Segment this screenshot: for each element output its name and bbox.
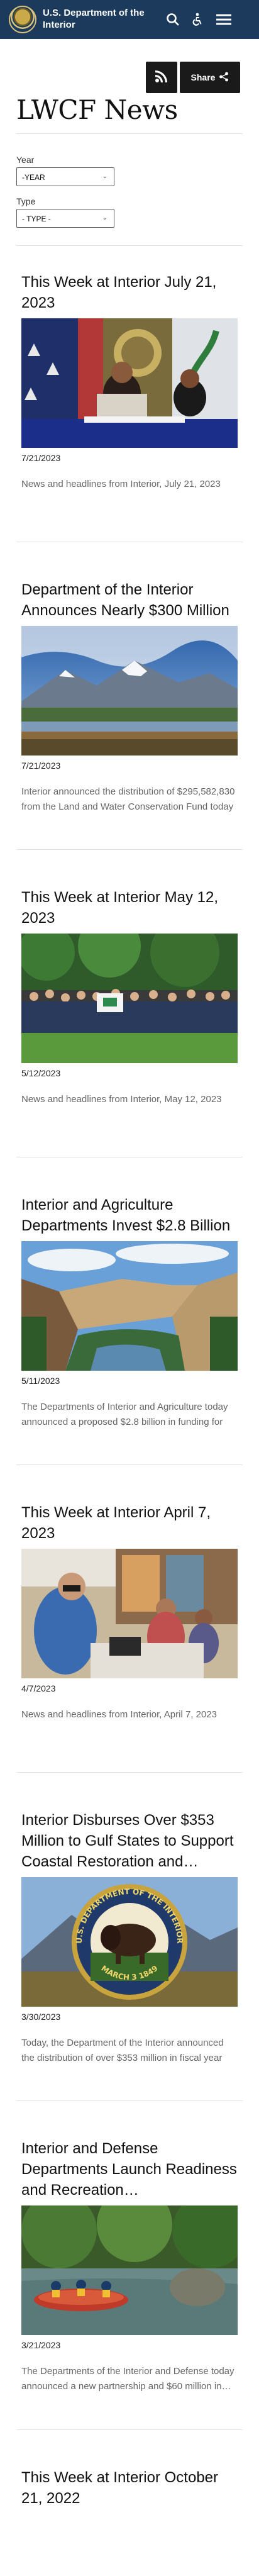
share-label: Share bbox=[190, 72, 216, 82]
article-date: 7/21/2023 bbox=[21, 761, 61, 771]
type-select[interactable]: - TYPE - ⌄ bbox=[16, 209, 114, 228]
chevron-down-icon: ⌄ bbox=[102, 173, 107, 180]
type-select-value: - TYPE - bbox=[22, 215, 51, 223]
article-divider bbox=[16, 2429, 243, 2430]
type-filter-label: Type bbox=[16, 196, 36, 206]
article-card[interactable]: This Week at Interior April 7, 2023 4/7/… bbox=[21, 1502, 238, 1737]
article-title[interactable]: Interior Disburses Over $353 Million to … bbox=[21, 1810, 238, 1872]
article-divider bbox=[16, 1464, 243, 1465]
article-image[interactable]: U.S. DEPARTMENT OF THE INTERIOR MARCH 3 … bbox=[21, 1877, 238, 2007]
filter-divider bbox=[16, 245, 243, 246]
year-select[interactable]: -YEAR ⌄ bbox=[16, 167, 114, 186]
article-summary: The Departments of Interior and Agricult… bbox=[21, 1402, 228, 1427]
article-date: 3/30/2023 bbox=[21, 2012, 61, 2022]
article-card[interactable]: Interior and Defense Departments Launch … bbox=[21, 2138, 238, 2394]
article-date: 5/12/2023 bbox=[21, 1068, 61, 1078]
page-title: LWCF News bbox=[16, 94, 178, 125]
article-divider bbox=[16, 2100, 243, 2101]
article-card[interactable]: This Week at Interior May 12, 2023 5/12/… bbox=[21, 887, 238, 1122]
article-date: 3/21/2023 bbox=[21, 2340, 61, 2350]
seal-bottom-text: MARCH 3 1849 bbox=[99, 1964, 159, 1982]
article-card[interactable]: Interior Disburses Over $353 Million to … bbox=[21, 1810, 238, 2066]
share-button[interactable]: Share bbox=[180, 62, 240, 93]
article-image[interactable] bbox=[21, 1549, 238, 1678]
doi-seal-logo[interactable] bbox=[9, 6, 36, 33]
article-title[interactable]: This Week at Interior July 21, 2023 bbox=[21, 272, 238, 313]
article-title[interactable]: This Week at Interior May 12, 2023 bbox=[21, 887, 238, 928]
year-select-value: -YEAR bbox=[22, 173, 45, 182]
article-card[interactable]: Department of the Interior Announces Nea… bbox=[21, 579, 238, 815]
title-divider bbox=[16, 133, 243, 134]
article-summary: Interior announced the distribution of $… bbox=[21, 786, 235, 812]
article-date: 4/7/2023 bbox=[21, 1683, 56, 1693]
search-icon[interactable] bbox=[165, 12, 180, 27]
article-divider bbox=[16, 849, 243, 850]
article-image[interactable] bbox=[21, 1241, 238, 1371]
article-divider bbox=[16, 1772, 243, 1773]
rss-icon bbox=[155, 69, 168, 86]
article-card[interactable]: Interior and Agriculture Departments Inv… bbox=[21, 1195, 238, 1430]
menu-icon[interactable] bbox=[216, 12, 233, 27]
article-summary: Today, the Department of the Interior an… bbox=[21, 2038, 224, 2063]
article-image[interactable] bbox=[21, 934, 238, 1063]
site-header: U.S. Department of the Interior bbox=[0, 0, 259, 39]
article-title[interactable]: Interior and Defense Departments Launch … bbox=[21, 2138, 238, 2200]
article-title[interactable]: This Week at Interior October 21, 2022 bbox=[21, 2467, 238, 2509]
article-summary: News and headlines from Interior, May 12… bbox=[21, 1094, 222, 1105]
article-summary: News and headlines from Interior, April … bbox=[21, 1709, 218, 1720]
article-title[interactable]: Department of the Interior Announces Nea… bbox=[21, 579, 238, 621]
article-date: 5/11/2023 bbox=[21, 1376, 60, 1386]
article-card[interactable]: This Week at Interior July 21, 2023 7/21… bbox=[21, 272, 238, 507]
chevron-down-icon: ⌄ bbox=[102, 215, 107, 221]
article-summary: The Departments of the Interior and Defe… bbox=[21, 2366, 234, 2392]
article-image[interactable] bbox=[21, 626, 238, 756]
accessibility-icon[interactable] bbox=[189, 12, 204, 27]
article-image[interactable] bbox=[21, 318, 238, 448]
article-card[interactable]: This Week at Interior October 21, 2022 bbox=[21, 2467, 238, 2509]
article-title[interactable]: This Week at Interior April 7, 2023 bbox=[21, 1502, 238, 1544]
rss-button[interactable] bbox=[146, 62, 177, 93]
article-image[interactable] bbox=[21, 2205, 238, 2335]
year-filter-label: Year bbox=[16, 155, 35, 165]
seal-top-text: U.S. DEPARTMENT OF THE INTERIOR bbox=[75, 1887, 184, 1944]
site-brand[interactable]: U.S. Department of the Interior bbox=[43, 7, 168, 31]
article-title[interactable]: Interior and Agriculture Departments Inv… bbox=[21, 1195, 238, 1236]
share-icon bbox=[219, 72, 229, 84]
article-date: 7/21/2023 bbox=[21, 453, 61, 463]
article-summary: News and headlines from Interior, July 2… bbox=[21, 479, 221, 489]
